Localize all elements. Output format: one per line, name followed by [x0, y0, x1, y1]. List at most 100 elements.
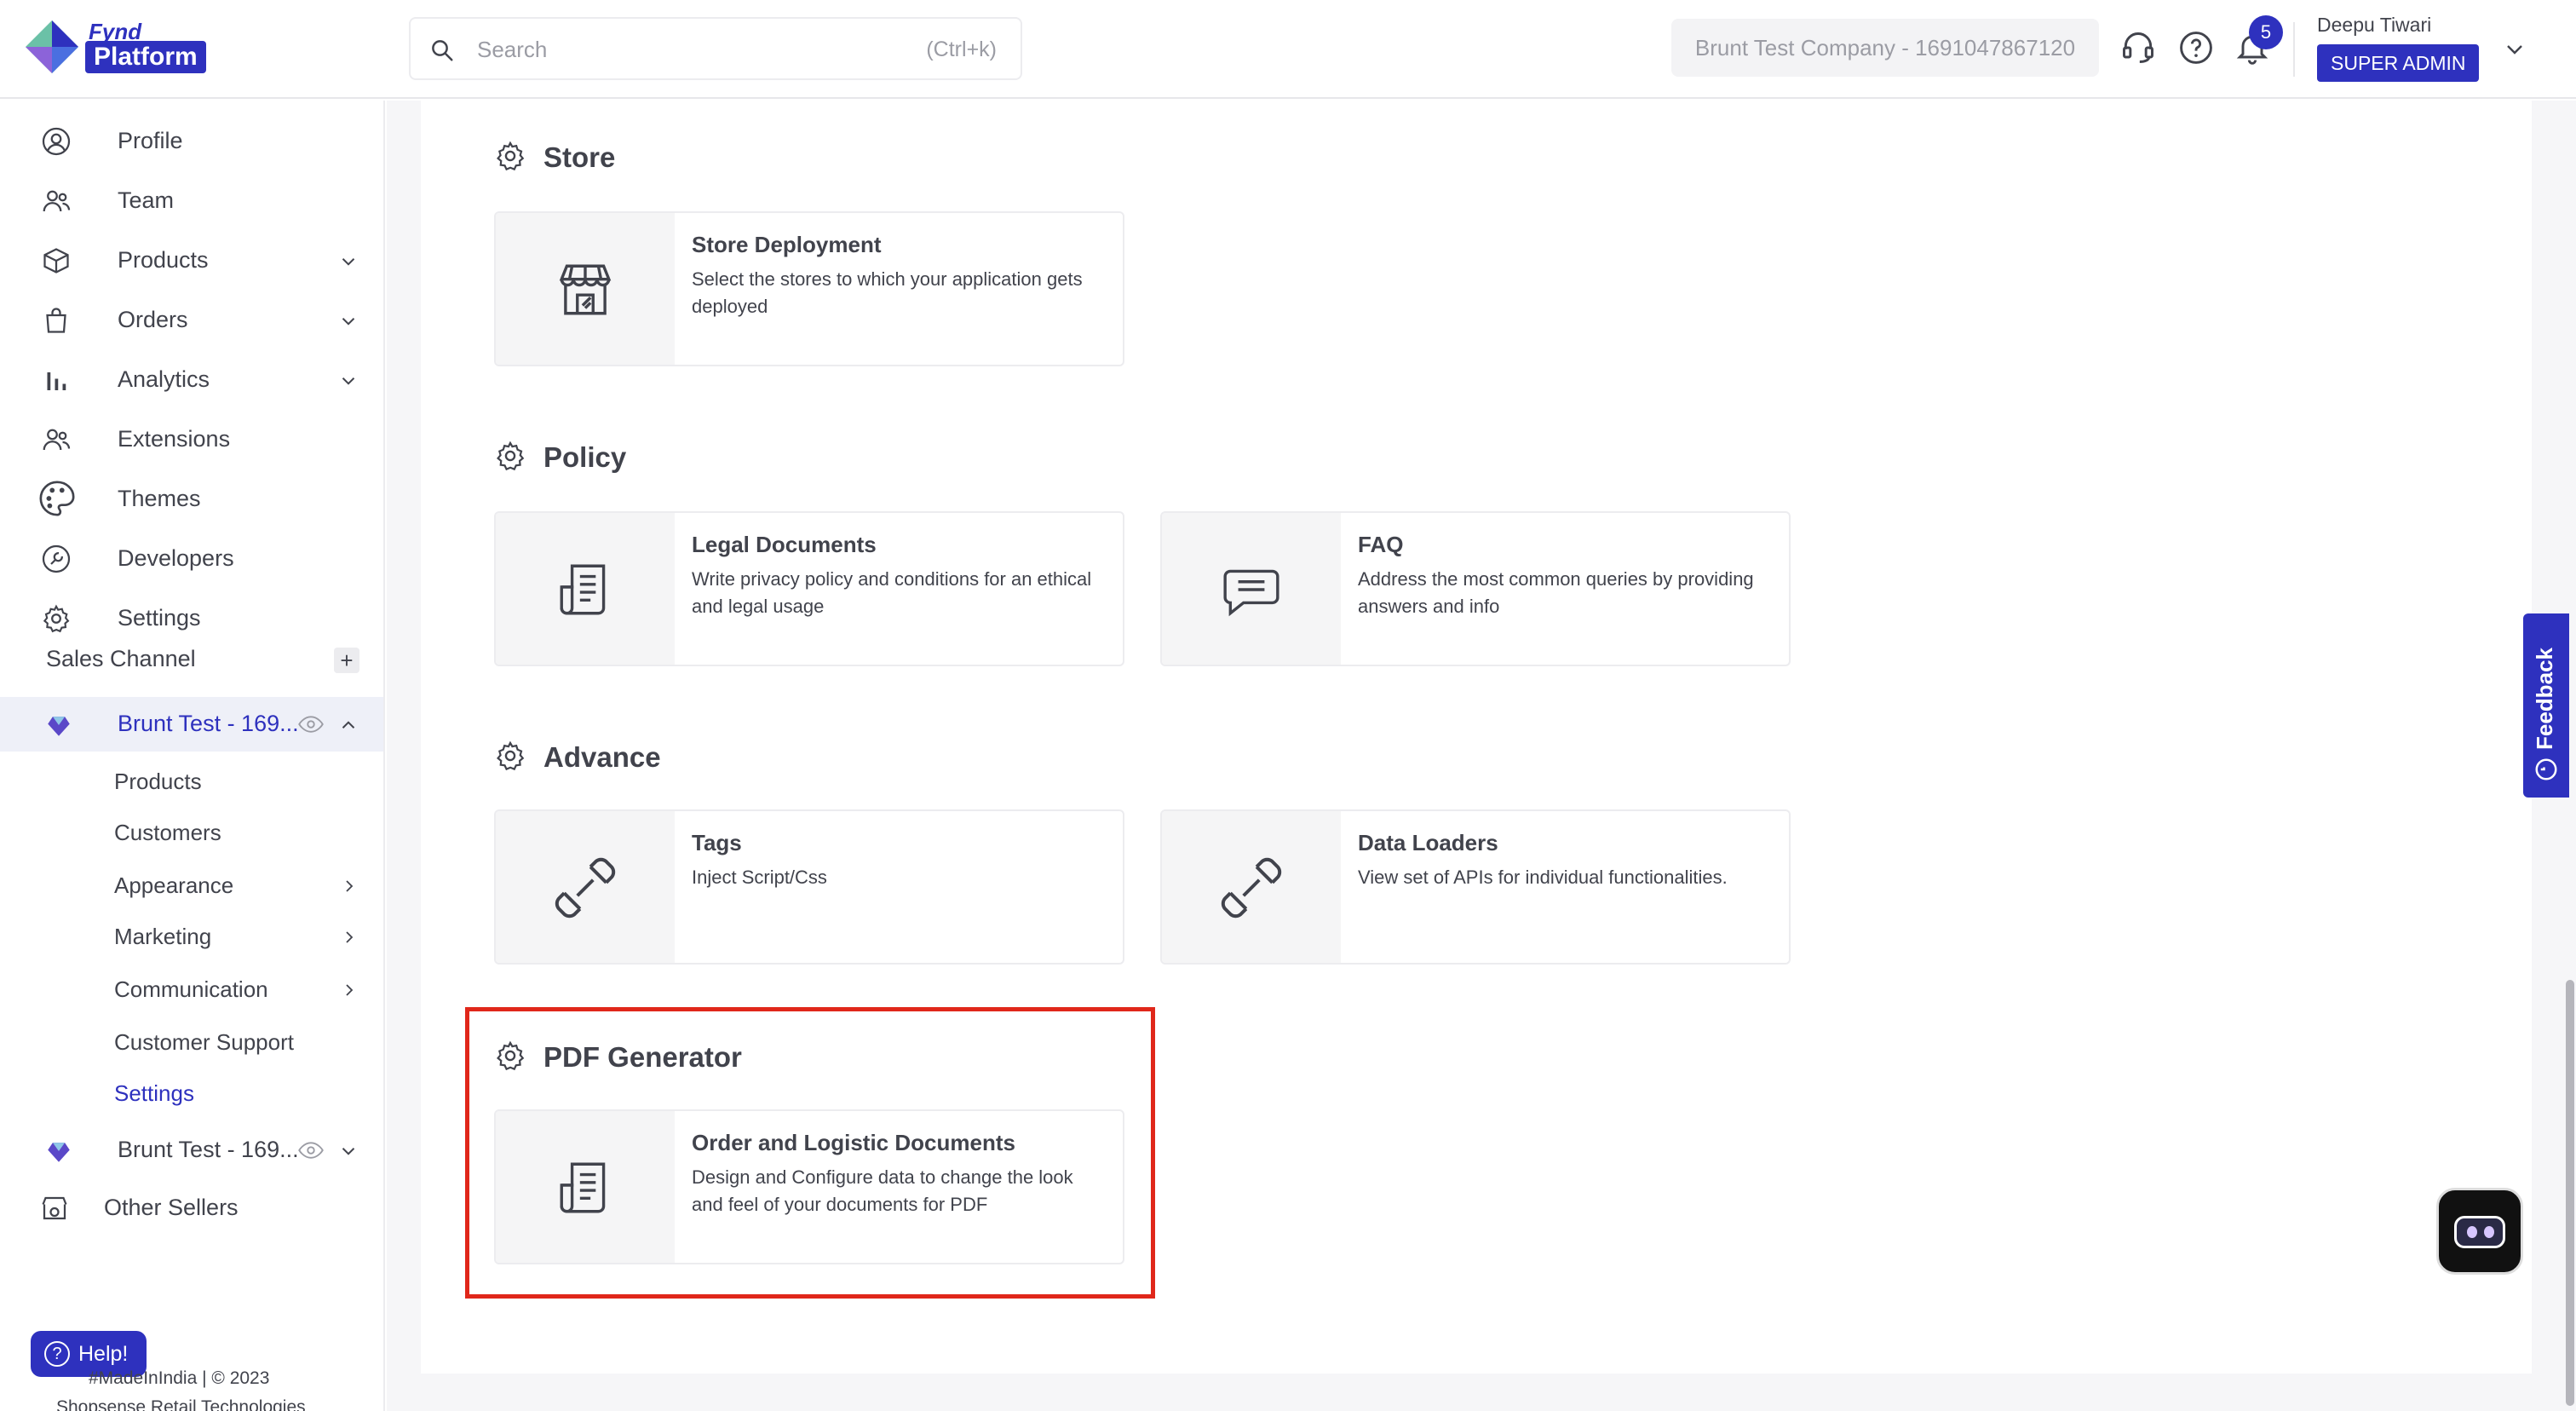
sidebar-item-label: Developers	[118, 545, 234, 571]
gear-icon	[497, 441, 525, 471]
feedback-tab[interactable]: Feedback	[2523, 613, 2569, 798]
card-tags[interactable]: Tags Inject Script/Css	[494, 809, 1124, 965]
link-icon	[555, 857, 616, 919]
link-icon	[1221, 857, 1282, 919]
sidebar-item-label: Profile	[118, 128, 183, 153]
header-divider	[2293, 22, 2295, 77]
sales-channel-item-active[interactable]: Brunt Test - 169...	[0, 697, 383, 752]
card-data-loaders[interactable]: Data Loaders View set of APIs for indivi…	[1160, 809, 1791, 965]
footer-company: Shopsense Retail Technologies	[56, 1397, 306, 1411]
card-title: Legal Documents	[692, 532, 877, 557]
sidebar-item-themes[interactable]: Themes	[0, 472, 383, 525]
page-scrollbar-thumb[interactable]	[2566, 980, 2574, 1406]
chevron-right-icon[interactable]	[339, 876, 359, 896]
highlight-box-pdf-generator	[465, 1007, 1155, 1299]
sidebar-item-label: Orders	[118, 307, 188, 332]
help-circle-icon[interactable]	[2177, 29, 2215, 66]
card-description: Select the stores to which your applicat…	[692, 268, 1083, 317]
chevron-right-icon[interactable]	[339, 927, 359, 947]
add-sales-channel-button[interactable]: +	[334, 648, 359, 673]
sidebar-item-analytics[interactable]: Analytics	[0, 353, 383, 406]
chevron-down-icon[interactable]	[337, 310, 359, 332]
sales-channel-label: Brunt Test - 169...	[118, 711, 299, 736]
card-description: Address the most common queries by provi…	[1358, 568, 1754, 617]
sales-channel-heading: Sales Channel	[46, 646, 196, 671]
search-box[interactable]: (Ctrl+k)	[409, 17, 1022, 80]
chevron-up-icon[interactable]	[337, 714, 359, 736]
card-description: Write privacy policy and conditions for …	[692, 568, 1092, 617]
user-role-badge: SUPER ADMIN	[2317, 44, 2480, 82]
card-icon-area	[496, 213, 675, 365]
notification-count-badge: 5	[2249, 15, 2283, 49]
eye-icon[interactable]	[298, 1140, 324, 1160]
chevron-down-icon[interactable]	[337, 251, 359, 273]
logo-text-platform: Platform	[85, 41, 206, 73]
developers-icon	[42, 544, 71, 573]
channel-sub-marketing[interactable]: Marketing	[114, 924, 211, 950]
sidebar-item-developers[interactable]: Developers	[0, 532, 383, 585]
feedback-chat-icon	[2535, 758, 2557, 780]
logo-mark-icon	[26, 20, 78, 73]
card-faq[interactable]: FAQ Address the most common queries by p…	[1160, 511, 1791, 666]
user-menu-chevron-down-icon[interactable]	[2501, 36, 2528, 63]
sidebar-item-extensions[interactable]: Extensions	[0, 412, 383, 465]
sidebar-item-label: Team	[118, 187, 175, 213]
search-input[interactable]	[477, 31, 835, 68]
sidebar-item-profile[interactable]: Profile	[0, 114, 383, 167]
user-name[interactable]: Deepu Tiwari	[2317, 14, 2431, 37]
chevron-right-icon[interactable]	[339, 980, 359, 1000]
products-icon	[43, 248, 69, 274]
card-icon-area	[1162, 513, 1341, 665]
orders-icon	[46, 308, 66, 333]
sidebar: Profile Team Products Orders Analytics E…	[0, 101, 385, 1411]
channel-logo-icon	[48, 717, 70, 736]
team-icon	[43, 190, 71, 212]
channel-sub-appearance[interactable]: Appearance	[114, 873, 233, 899]
sidebar-item-settings[interactable]: Settings	[0, 591, 383, 644]
themes-palette-icon	[39, 481, 75, 516]
channel-sub-products[interactable]: Products	[114, 769, 202, 795]
channel-sub-communication[interactable]: Communication	[114, 976, 268, 1003]
chat-bot-face-icon	[2454, 1216, 2505, 1248]
card-legal-documents[interactable]: Legal Documents Write privacy policy and…	[494, 511, 1124, 666]
sales-channel-label: Brunt Test - 169...	[118, 1137, 299, 1162]
chat-bubble-icon	[1223, 569, 1279, 617]
sidebar-item-team[interactable]: Team	[0, 174, 383, 227]
store-front-icon	[42, 1196, 67, 1220]
analytics-icon	[47, 372, 66, 390]
help-question-icon: ?	[44, 1341, 70, 1367]
card-description: View set of APIs for individual function…	[1358, 867, 1728, 888]
card-title: FAQ	[1358, 532, 1404, 557]
sidebar-item-label: Analytics	[118, 366, 210, 392]
channel-logo-icon	[48, 1143, 70, 1162]
section-title: Store	[543, 141, 616, 173]
extensions-icon	[43, 429, 71, 451]
card-description: Inject Script/Css	[692, 867, 827, 888]
eye-icon[interactable]	[298, 714, 324, 734]
profile-icon	[42, 127, 71, 156]
card-title: Data Loaders	[1358, 830, 1498, 855]
card-store-deployment[interactable]: Store Deployment Select the stores to wh…	[494, 211, 1124, 366]
channel-sub-customers[interactable]: Customers	[114, 820, 221, 846]
support-headset-icon[interactable]	[2119, 29, 2157, 66]
sidebar-item-orders[interactable]: Orders	[0, 293, 383, 346]
chat-assistant-button[interactable]	[2436, 1188, 2523, 1275]
company-selector[interactable]: Brunt Test Company - 1691047867120	[1671, 19, 2099, 77]
sales-channel-item[interactable]: Brunt Test - 169...	[0, 1123, 383, 1178]
search-shortcut-hint: (Ctrl+k)	[926, 37, 997, 61]
document-icon	[560, 564, 606, 615]
card-title: Store Deployment	[692, 232, 882, 257]
fynd-platform-logo[interactable]: Fynd Platform	[24, 15, 228, 77]
sidebar-item-other-sellers[interactable]: Other Sellers	[0, 1181, 383, 1234]
sidebar-item-products[interactable]: Products	[0, 233, 383, 286]
sidebar-item-label: Extensions	[118, 426, 231, 452]
card-title: Tags	[692, 830, 742, 855]
gear-icon	[43, 604, 70, 633]
footer-made-in-india: #MadeInIndia | © 2023	[89, 1368, 270, 1388]
sidebar-item-label: Themes	[118, 486, 201, 511]
channel-sub-customer-support[interactable]: Customer Support	[114, 1029, 294, 1056]
chevron-down-icon[interactable]	[337, 1140, 359, 1162]
section-title: Policy	[543, 441, 627, 473]
channel-sub-settings[interactable]: Settings	[114, 1080, 194, 1107]
chevron-down-icon[interactable]	[337, 370, 359, 392]
